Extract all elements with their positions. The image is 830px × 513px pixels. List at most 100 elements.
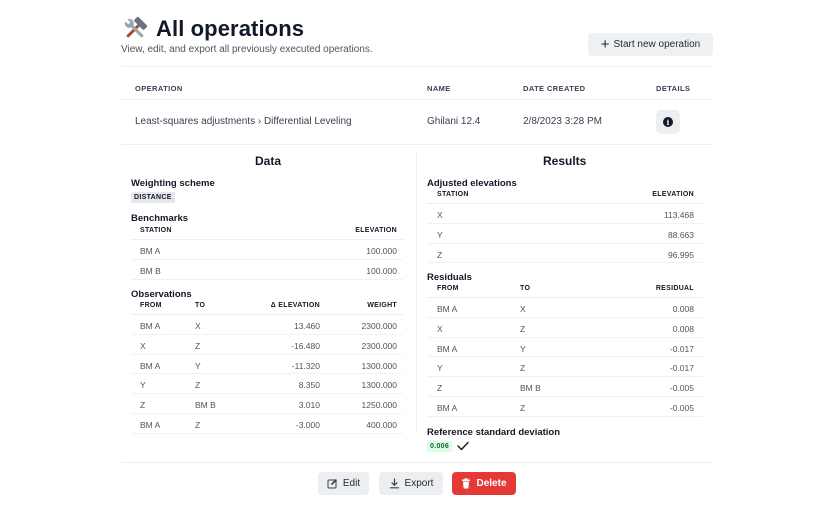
table-row: Y 88.663 xyxy=(427,224,703,244)
table-row: BM B 100.000 xyxy=(131,260,403,280)
elevation-cell: 100.000 xyxy=(366,265,397,276)
reference-sd-title: Reference standard deviation xyxy=(427,427,561,438)
table-row: BM A X 0.008 xyxy=(427,298,703,318)
from-cell: Z xyxy=(437,383,443,394)
operations-table-header: OPERATION NAME DATE CREATED DETAILS xyxy=(121,66,713,100)
info-icon: i xyxy=(663,117,673,127)
plus-icon: + xyxy=(600,36,610,53)
details-button[interactable]: i xyxy=(656,110,680,134)
to-cell: Y xyxy=(195,360,201,371)
edit-button[interactable]: Edit xyxy=(318,472,369,495)
station-cell: Y xyxy=(437,229,443,240)
residuals-table: FROM TO RESIDUAL BM A X 0.008 X Z 0.008 … xyxy=(427,282,703,417)
residual-cell: -0.005 xyxy=(669,402,694,413)
observations-table-header: FROM TO Δ ELEVATION WEIGHT xyxy=(131,299,403,315)
column-from: FROM xyxy=(140,302,162,309)
to-cell: Z xyxy=(195,340,201,351)
delete-label: Delete xyxy=(476,478,507,489)
station-cell: BM A xyxy=(140,246,161,256)
adjusted-elevations-table: STATION ELEVATION X 113.468 Y 88.663 Z 9… xyxy=(427,188,703,264)
station-cell: Z xyxy=(437,249,443,260)
weight-cell: 400.000 xyxy=(366,419,397,430)
delta-cell: 3.010 xyxy=(298,400,320,411)
from-cell: Y xyxy=(140,380,146,391)
column-elevation: ELEVATION xyxy=(652,191,694,198)
weighting-scheme-badge: DISTANCE xyxy=(131,192,175,203)
from-cell: BM A xyxy=(437,304,458,314)
check-icon xyxy=(457,441,469,451)
column-details: DETAILS xyxy=(656,84,691,93)
column-from: FROM xyxy=(437,285,459,292)
table-row: BM A 100.000 xyxy=(131,240,403,260)
column-name: NAME xyxy=(427,84,451,93)
table-row: Z BM B -0.005 xyxy=(427,377,703,397)
delta-cell: -11.320 xyxy=(291,360,320,371)
to-cell: BM B xyxy=(520,383,541,394)
elevation-cell: 96.995 xyxy=(668,249,694,260)
table-row: X 113.468 xyxy=(427,204,703,224)
from-cell: X xyxy=(140,340,146,351)
adjusted-table-header: STATION ELEVATION xyxy=(427,188,703,204)
from-cell: Y xyxy=(437,363,443,374)
benchmarks-table-header: STATION ELEVATION xyxy=(131,224,403,240)
export-button[interactable]: Export xyxy=(379,472,443,495)
to-cell: Z xyxy=(195,419,201,430)
reference-sd-badge: 0.006 xyxy=(427,441,453,452)
column-operation: OPERATION xyxy=(135,84,183,93)
station-cell: X xyxy=(437,210,443,220)
results-panel-title: Results xyxy=(543,154,587,168)
elevation-cell: 100.000 xyxy=(366,246,397,256)
edit-icon xyxy=(327,479,337,489)
column-to: TO xyxy=(195,302,206,309)
operations-table: OPERATION NAME DATE CREATED DETAILS Leas… xyxy=(121,66,713,145)
operation-cell: Least-squares adjustments › Differential… xyxy=(135,116,352,127)
start-new-operation-label: Start new operation xyxy=(613,39,701,50)
table-row[interactable]: Least-squares adjustments › Differential… xyxy=(121,100,713,145)
weight-cell: 2300.000 xyxy=(361,321,397,331)
table-row: Y Z 8.350 1300.000 xyxy=(131,374,403,395)
table-row: BM A Y -0.017 xyxy=(427,338,703,358)
station-cell: BM B xyxy=(140,265,161,276)
to-cell: Z xyxy=(520,323,526,334)
to-cell: BM B xyxy=(195,400,216,411)
table-row: BM A X 13.460 2300.000 xyxy=(131,315,403,335)
column-weight: WEIGHT xyxy=(367,302,397,309)
column-elevation: ELEVATION xyxy=(355,227,397,234)
delete-button[interactable]: Delete xyxy=(452,472,516,495)
table-row: Z BM B 3.010 1250.000 xyxy=(131,394,403,414)
data-panel-title: Data xyxy=(255,154,282,168)
column-delta-elevation: Δ ELEVATION xyxy=(270,302,320,309)
elevation-cell: 113.468 xyxy=(663,210,694,220)
column-station: STATION xyxy=(437,191,469,198)
from-cell: BM A xyxy=(437,402,458,413)
name-cell: Ghilani 12.4 xyxy=(427,116,481,127)
start-new-operation-button[interactable]: + Start new operation xyxy=(588,33,713,56)
to-cell: Z xyxy=(195,380,201,391)
from-cell: BM A xyxy=(140,419,161,430)
edit-label: Edit xyxy=(342,478,361,489)
from-cell: X xyxy=(437,323,443,334)
page-title: All operations xyxy=(121,16,304,42)
delta-cell: -3.000 xyxy=(295,419,320,430)
weight-cell: 1300.000 xyxy=(361,360,397,371)
benchmarks-title: Benchmarks xyxy=(131,213,189,224)
column-date-created: DATE CREATED xyxy=(523,84,586,93)
date-cell: 2/8/2023 3:28 PM xyxy=(523,116,602,127)
residual-cell: -0.005 xyxy=(669,383,694,394)
weight-cell: 1250.000 xyxy=(361,400,397,411)
weighting-scheme-title: Weighting scheme xyxy=(131,178,215,189)
trash-icon xyxy=(462,478,471,489)
column-station: STATION xyxy=(140,227,172,234)
elevation-cell: 88.663 xyxy=(668,229,694,240)
table-row: BM A Z -0.005 xyxy=(427,397,703,417)
delta-cell: -16.480 xyxy=(291,340,320,351)
to-cell: Y xyxy=(520,343,526,354)
page-title-text: All operations xyxy=(156,16,305,41)
residual-cell: 0.008 xyxy=(672,323,694,334)
residual-cell: 0.008 xyxy=(672,304,694,314)
table-row: BM A Z -3.000 400.000 xyxy=(131,414,403,434)
benchmarks-table: STATION ELEVATION BM A 100.000 BM B 100.… xyxy=(131,224,403,280)
delta-cell: 13.460 xyxy=(294,321,320,331)
table-row: Z 96.995 xyxy=(427,244,703,264)
weight-cell: 1300.000 xyxy=(361,380,397,391)
